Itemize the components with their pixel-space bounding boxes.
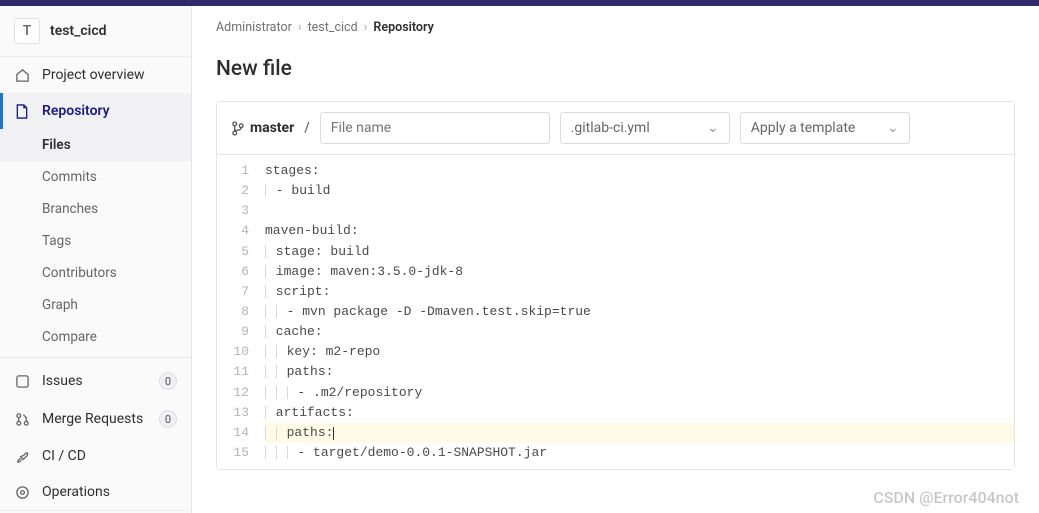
- operations-icon: [14, 485, 30, 500]
- project-sidebar: T test_cicd Project overview Repository …: [0, 6, 192, 513]
- branch-icon: [231, 121, 244, 136]
- rocket-icon: [14, 449, 30, 464]
- nav-issues[interactable]: Issues 0: [0, 362, 191, 400]
- editor-gutter: 123456789101112131415: [217, 155, 257, 469]
- subnav-graph[interactable]: Graph: [0, 289, 191, 321]
- project-header[interactable]: T test_cicd: [0, 6, 191, 57]
- nav-label: CI / CD: [42, 448, 86, 464]
- file-toolbar: master / .gitlab-ci.yml ⌄ Apply a templa…: [217, 102, 1014, 155]
- nav-repository[interactable]: Repository: [0, 93, 191, 129]
- home-icon: [14, 68, 30, 83]
- merge-request-icon: [14, 412, 30, 427]
- select-value: .gitlab-ci.yml: [571, 120, 650, 136]
- branch-selector[interactable]: master: [231, 120, 294, 136]
- chevron-down-icon: ⌄: [887, 120, 899, 136]
- subnav-compare[interactable]: Compare: [0, 321, 191, 353]
- branch-name: master: [250, 120, 294, 136]
- chevron-down-icon: ⌄: [707, 120, 719, 136]
- new-file-form: master / .gitlab-ci.yml ⌄ Apply a templa…: [216, 101, 1015, 470]
- nav-label: Operations: [42, 484, 110, 500]
- nav-ci-cd[interactable]: CI / CD: [0, 438, 191, 474]
- repository-subnav: Files Commits Branches Tags Contributors…: [0, 129, 191, 353]
- watermark: CSDN @Error404not: [873, 488, 1019, 507]
- mr-count-badge: 0: [159, 410, 177, 428]
- subnav-branches[interactable]: Branches: [0, 193, 191, 225]
- nav-label: Issues: [42, 373, 83, 389]
- chevron-right-icon: ›: [298, 20, 302, 35]
- nav-divider: [0, 357, 191, 358]
- editor-code[interactable]: stages: - build maven-build: stage: buil…: [257, 155, 1014, 469]
- nav-label: Merge Requests: [42, 411, 143, 427]
- issues-icon: [14, 374, 30, 389]
- project-avatar: T: [14, 18, 40, 44]
- path-separator: /: [304, 120, 309, 136]
- nav-label: Project overview: [42, 67, 145, 83]
- subnav-commits[interactable]: Commits: [0, 161, 191, 193]
- template-select[interactable]: Apply a template ⌄: [740, 112, 910, 144]
- file-type-select[interactable]: .gitlab-ci.yml ⌄: [560, 112, 730, 144]
- breadcrumb: Administrator › test_cicd › Repository: [216, 20, 1015, 35]
- project-name: test_cicd: [50, 23, 107, 39]
- main-content: Administrator › test_cicd › Repository N…: [192, 6, 1039, 513]
- subnav-contributors[interactable]: Contributors: [0, 257, 191, 289]
- crumb-2[interactable]: Repository: [373, 20, 433, 35]
- code-editor[interactable]: 123456789101112131415 stages: - build ma…: [217, 155, 1014, 469]
- subnav-files[interactable]: Files: [0, 129, 191, 161]
- crumb-0[interactable]: Administrator: [216, 20, 292, 35]
- page-title: New file: [216, 57, 1015, 81]
- subnav-tags[interactable]: Tags: [0, 225, 191, 257]
- crumb-1[interactable]: test_cicd: [308, 20, 358, 35]
- nav-merge-requests[interactable]: Merge Requests 0: [0, 400, 191, 438]
- nav-project-overview[interactable]: Project overview: [0, 57, 191, 93]
- nav-label: Repository: [42, 103, 110, 119]
- issues-count-badge: 0: [159, 372, 177, 390]
- chevron-right-icon: ›: [364, 20, 368, 35]
- nav-operations[interactable]: Operations: [0, 474, 191, 510]
- file-name-input[interactable]: [320, 112, 550, 144]
- select-placeholder: Apply a template: [751, 120, 856, 136]
- file-icon: [14, 104, 30, 119]
